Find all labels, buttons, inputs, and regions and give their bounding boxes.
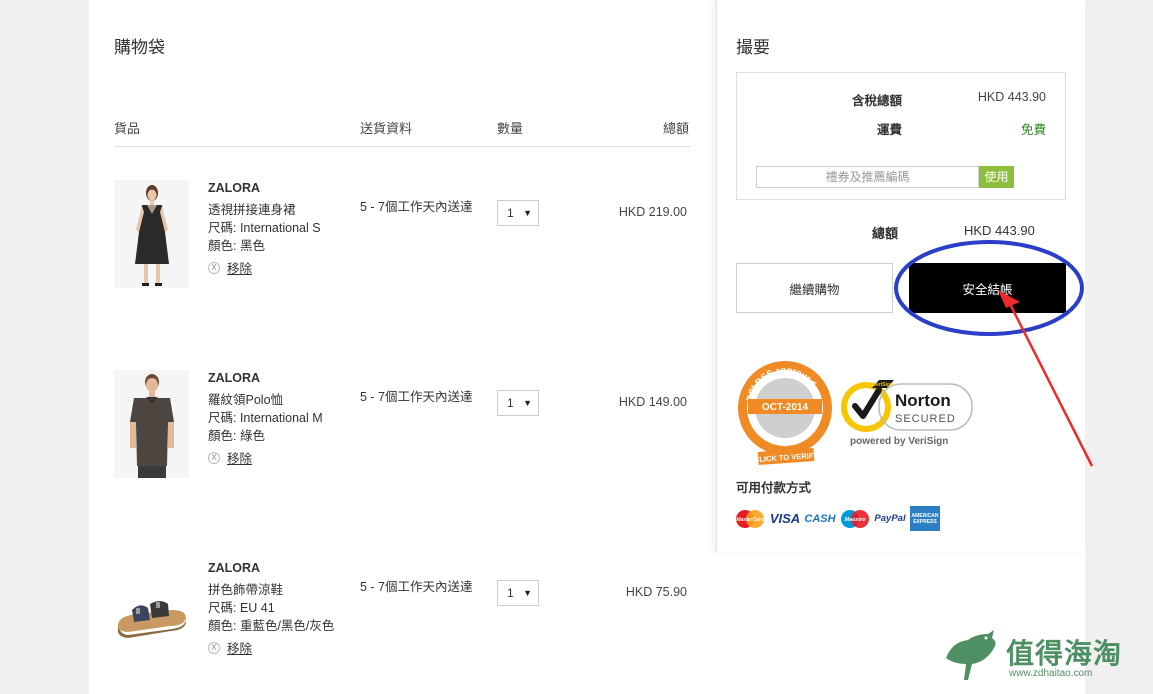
payment-methods: MasterCard VISA CASH Maestro PayPal AMER…	[735, 506, 940, 531]
secure-checkout-button[interactable]: 安全結帳	[909, 263, 1066, 313]
remove-item-button[interactable]: X 移除	[208, 448, 252, 467]
product-color: 顏色: 綠色	[208, 429, 265, 443]
cash-on-delivery-icon: CASH	[804, 512, 836, 525]
order-summary: 撮要 含稅總額 HKD 443.90 運費 免費 使用 總額 HKD 443.9…	[716, 0, 1085, 552]
column-header-quantity: 數量	[497, 121, 524, 136]
product-color: 顏色: 黑色	[208, 239, 265, 253]
product-size: 尺碼: International M	[208, 411, 323, 425]
powered-by-verisign: powered by VeriSign	[850, 436, 948, 447]
cart-item: ZALORA 羅紋領Polo恤 尺碼: International M 顏色: …	[89, 370, 716, 490]
page-title: 購物袋	[114, 38, 165, 57]
pci-date-text: OCT-2014	[762, 402, 809, 413]
grand-total-label: 總額	[872, 226, 899, 241]
bird-logo-icon	[946, 630, 996, 680]
remove-label: 移除	[227, 452, 253, 466]
column-header-total: 總額	[663, 121, 690, 136]
watermark-text: 值得海淘	[1006, 638, 1123, 669]
product-brand: ZALORA	[208, 181, 261, 195]
product-image-polo[interactable]	[114, 370, 189, 478]
product-name[interactable]: 羅紋領Polo恤	[208, 389, 283, 408]
maestro-icon: Maestro	[840, 506, 870, 531]
shipping-value: 免費	[1020, 123, 1046, 137]
continue-shopping-button[interactable]: 繼續購物	[736, 263, 893, 313]
pci-dss-seal[interactable]: PCI DSS approved OCT-2014 more security …	[736, 356, 836, 466]
quantity-value: 1	[507, 396, 514, 410]
maestro-label: Maestro	[844, 517, 866, 523]
norton-logo-text: Norton	[895, 391, 951, 410]
product-brand: ZALORA	[208, 371, 261, 385]
remove-icon: X	[208, 641, 220, 654]
remove-label: 移除	[227, 262, 253, 276]
remove-label: 移除	[227, 642, 253, 656]
divider	[114, 146, 690, 147]
shipping-info: 5 - 7個工作天內送達	[360, 390, 473, 404]
tax-total-value: HKD 443.90	[977, 90, 1046, 104]
quantity-select[interactable]: 1 ▼	[497, 390, 539, 416]
item-price: HKD 219.00	[618, 205, 687, 219]
checkout-page: 購物袋 貨品 送貨資料 數量 總額 ZALORA 透視拼接連身裙 尺碼: Int…	[89, 0, 1085, 694]
mastercard-label: MasterCard	[736, 517, 764, 523]
visa-icon: VISA	[769, 511, 801, 526]
mastercard-icon: MasterCard	[735, 506, 765, 531]
quantity-value: 1	[507, 206, 514, 220]
paypal-icon: PayPal	[874, 513, 906, 524]
dropdown-arrow-icon: ▼	[523, 398, 532, 408]
amex-icon: AMERICAN EXPRESS	[910, 506, 940, 531]
product-brand: ZALORA	[208, 561, 261, 575]
column-header-item: 貨品	[114, 121, 141, 136]
dropdown-arrow-icon: ▼	[523, 588, 532, 598]
item-price: HKD 149.00	[618, 395, 687, 409]
remove-icon: X	[208, 451, 220, 464]
coupon-input[interactable]	[756, 166, 979, 188]
shipping-info: 5 - 7個工作天內送達	[360, 200, 473, 214]
cart-item: ZALORA 拼色飾帶涼鞋 尺碼: EU 41 顏色: 重藍色/黑色/灰色 X …	[89, 560, 716, 680]
shopping-bag: 購物袋 貨品 送貨資料 數量 總額 ZALORA 透視拼接連身裙 尺碼: Int…	[89, 0, 716, 694]
remove-icon: X	[208, 261, 220, 274]
summary-box: 含稅總額 HKD 443.90 運費 免費 使用	[736, 72, 1066, 200]
quantity-value: 1	[507, 586, 514, 600]
item-price: HKD 75.90	[625, 585, 687, 599]
norton-secured-seal[interactable]: VeriSign Norton SECURED powered by VeriS…	[841, 376, 976, 451]
site-watermark: 值得海淘 www.zdhaitao.com	[942, 628, 1142, 684]
tax-total-label: 含稅總額	[852, 94, 903, 108]
payment-methods-title: 可用付款方式	[736, 481, 812, 495]
product-size: 尺碼: International S	[208, 221, 321, 235]
quantity-select[interactable]: 1 ▼	[497, 580, 539, 606]
cart-item: ZALORA 透視拼接連身裙 尺碼: International S 顏色: 黑…	[89, 180, 716, 300]
shipping-info: 5 - 7個工作天內送達	[360, 580, 473, 594]
watermark-url: www.zdhaitao.com	[1009, 668, 1093, 679]
dropdown-arrow-icon: ▼	[523, 208, 532, 218]
product-color: 顏色: 重藍色/黑色/灰色	[208, 619, 335, 633]
product-name[interactable]: 透視拼接連身裙	[208, 199, 296, 218]
product-image-sandals[interactable]	[114, 560, 189, 668]
product-name[interactable]: 拼色飾帶涼鞋	[208, 579, 283, 598]
column-header-shipping: 送貨資料	[360, 121, 413, 136]
quantity-select[interactable]: 1 ▼	[497, 200, 539, 226]
apply-coupon-button[interactable]: 使用	[979, 166, 1014, 188]
norton-secured-text: SECURED	[895, 413, 956, 425]
summary-title: 撮要	[736, 38, 770, 57]
shipping-label: 運費	[877, 123, 903, 137]
product-image-dress[interactable]	[114, 180, 189, 288]
grand-total-value: HKD 443.90	[964, 223, 1035, 238]
remove-item-button[interactable]: X 移除	[208, 638, 252, 657]
remove-item-button[interactable]: X 移除	[208, 258, 252, 277]
product-size: 尺碼: EU 41	[208, 601, 275, 615]
